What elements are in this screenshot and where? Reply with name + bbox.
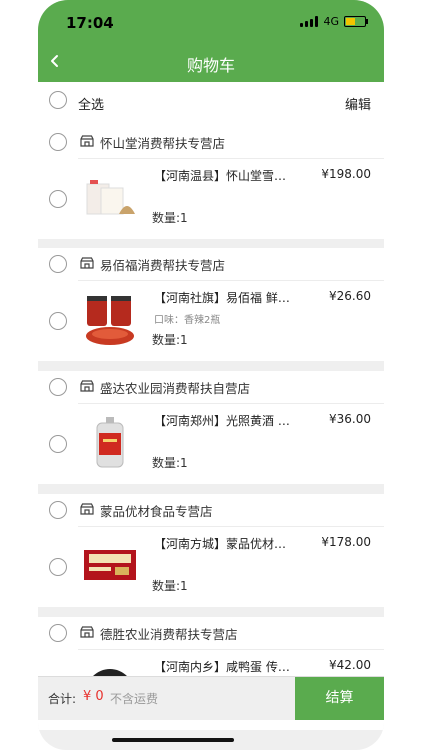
phone-screen: 17:04 4G 购物车 全选 编辑 怀山堂消费帮扶专营店 【河南温县】怀山堂雪… [38, 0, 384, 750]
select-all-checkbox[interactable] [49, 91, 67, 109]
store-icon [80, 135, 94, 147]
divider [78, 526, 384, 527]
store-card: 易佰福消费帮扶专营店 【河南社旗】易佰福 鲜… ¥26.60 口味：香辣2瓶 数… [38, 248, 384, 361]
store-name[interactable]: 易佰福消费帮扶专营店 [100, 255, 225, 274]
product-quantity: 数量:1 [152, 333, 188, 347]
product-quantity: 数量:1 [152, 211, 188, 225]
store-checkbox[interactable] [49, 133, 67, 151]
product-price: ¥198.00 [321, 167, 371, 181]
store-name[interactable]: 蒙品优材食品专营店 [100, 501, 213, 520]
store-icon [80, 626, 94, 638]
checkout-button[interactable]: 结算 [295, 677, 384, 720]
product-name[interactable]: 【河南郑州】光照黄酒 … [154, 412, 294, 429]
page-title: 购物车 [186, 56, 235, 75]
item-checkbox[interactable] [49, 435, 67, 453]
home-indicator[interactable] [112, 738, 234, 742]
divider [78, 158, 384, 159]
product-image[interactable] [81, 168, 139, 226]
divider [78, 280, 384, 281]
product-variant: 口味：香辣2瓶 [154, 315, 221, 326]
battery-icon [344, 16, 368, 27]
store-card: 盛达农业园消费帮扶自营店 【河南郑州】光照黄酒 … ¥36.00 数量:1 [38, 371, 384, 484]
signal-icon [300, 16, 319, 27]
select-all-label[interactable]: 全选 [78, 94, 104, 113]
product-quantity: 数量:1 [152, 579, 188, 593]
product-image[interactable] [81, 413, 139, 471]
store-card: 蒙品优材食品专营店 【河南方城】蒙品优材… ¥178.00 数量:1 [38, 494, 384, 607]
shipping-note: 不含运费 [110, 692, 159, 706]
product-price: ¥36.00 [329, 412, 371, 426]
product-name[interactable]: 【河南方城】蒙品优材… [154, 535, 294, 552]
product-price: ¥26.60 [329, 289, 371, 303]
product-quantity: 数量:1 [152, 456, 188, 470]
store-checkbox[interactable] [49, 624, 67, 642]
app-header: 17:04 4G 购物车 [38, 0, 384, 82]
store-checkbox[interactable] [49, 378, 67, 396]
item-checkbox[interactable] [49, 558, 67, 576]
status-time: 17:04 [66, 14, 114, 32]
product-image[interactable] [81, 536, 139, 594]
status-indicators: 4G [300, 15, 368, 28]
store-icon [80, 380, 94, 392]
edit-button[interactable]: 编辑 [345, 94, 371, 113]
store-icon [80, 503, 94, 515]
product-name[interactable]: 【河南社旗】易佰福 鲜… [154, 289, 294, 306]
total-amount: ¥ 0 [83, 689, 104, 704]
divider [78, 649, 384, 650]
item-checkbox[interactable] [49, 312, 67, 330]
store-name[interactable]: 盛达农业园消费帮扶自营店 [100, 378, 250, 397]
divider [78, 403, 384, 404]
product-name[interactable]: 【河南温县】怀山堂雪… [154, 167, 294, 184]
store-icon [80, 257, 94, 269]
item-checkbox[interactable] [49, 190, 67, 208]
store-name[interactable]: 德胜农业消费帮扶专营店 [100, 624, 238, 643]
store-name[interactable]: 怀山堂消费帮扶专营店 [100, 133, 225, 152]
store-checkbox[interactable] [49, 501, 67, 519]
total-label: 合计: [48, 692, 77, 706]
select-bar: 全选 编辑 [38, 82, 384, 127]
product-price: ¥42.00 [329, 658, 371, 672]
store-checkbox[interactable] [49, 255, 67, 273]
product-price: ¥178.00 [321, 535, 371, 549]
store-card: 怀山堂消费帮扶专营店 【河南温县】怀山堂雪… ¥198.00 数量:1 [38, 126, 384, 239]
product-image[interactable] [81, 290, 139, 348]
network-label: 4G [323, 15, 339, 28]
product-name[interactable]: 【河南内乡】咸鸭蛋 传… [154, 658, 294, 675]
cart-footer: 合计: ¥ 0 不含运费 结算 [38, 676, 384, 720]
